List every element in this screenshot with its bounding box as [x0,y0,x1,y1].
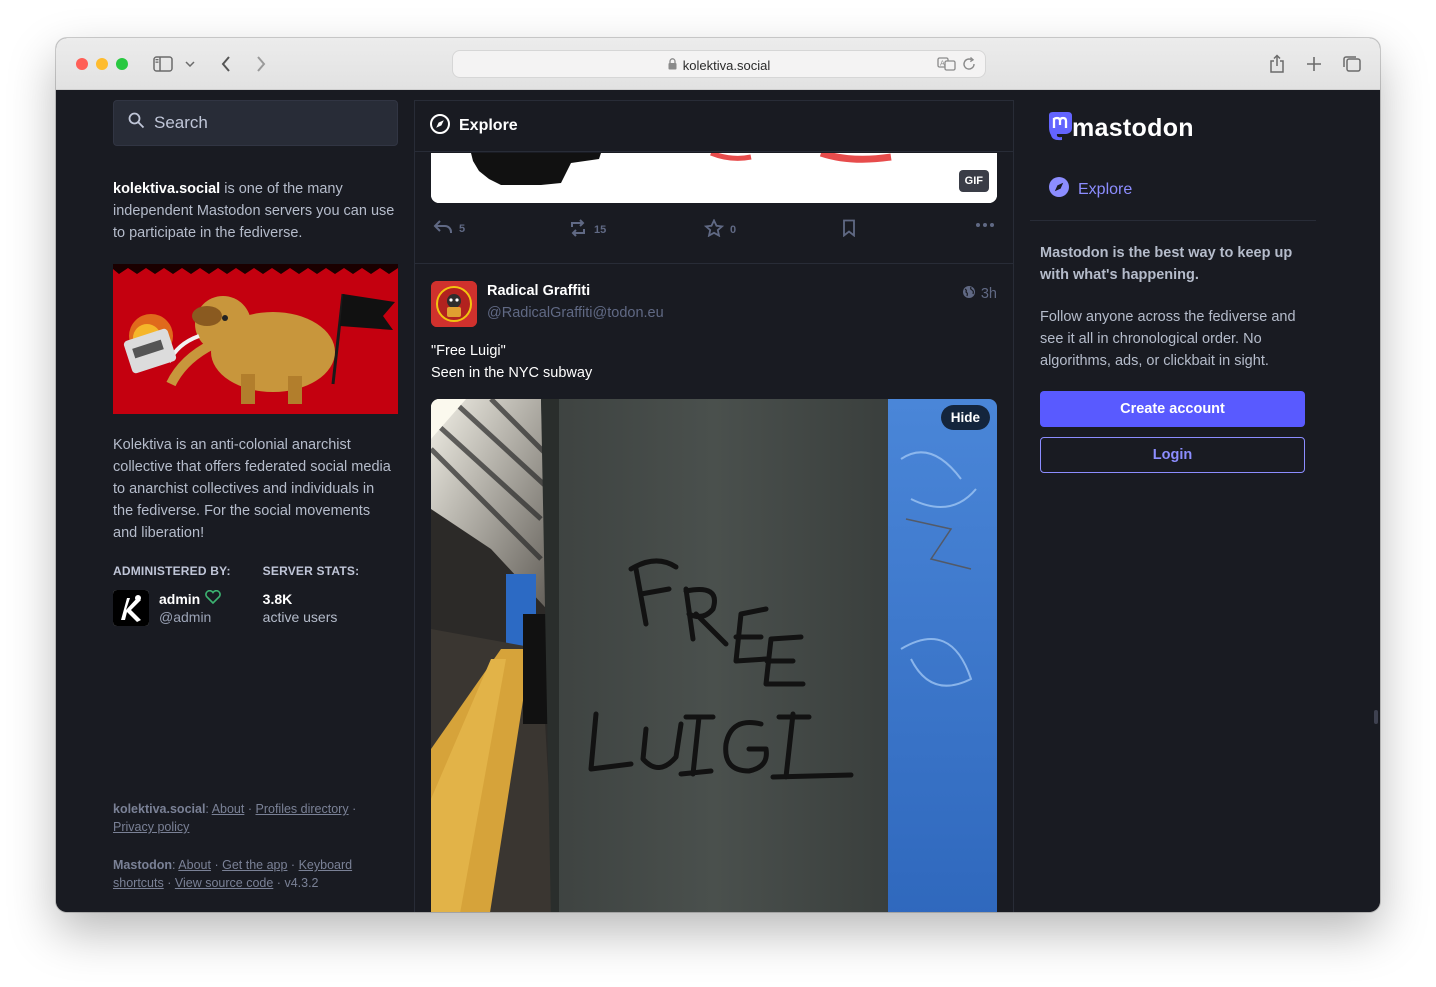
footer-about-link[interactable]: About [212,802,245,816]
bookmark-button[interactable] [841,219,857,240]
boost-button[interactable]: 15 [568,219,606,240]
maximize-window-button[interactable] [116,58,128,70]
admin-handle: @admin [159,609,212,625]
admin-account[interactable]: admin @admin [113,589,231,626]
mastodon-logo[interactable]: mastodon [1044,110,1194,147]
column-header[interactable]: Explore [415,101,1013,152]
nav-explore-label: Explore [1078,180,1133,198]
post-time-text: 3h [980,286,997,302]
previous-post-media[interactable]: GIF [431,153,997,203]
chevron-down-icon[interactable] [182,52,198,76]
address-bar[interactable]: kolektiva.social A [452,50,986,78]
sidebar-toggle-icon[interactable] [152,52,174,76]
active-users-count: 3.8K [262,591,293,607]
footer-server-label: kolektiva.social [113,802,206,816]
server-links: kolektiva.social: About · Profiles direc… [113,802,357,834]
server-stats-heading: SERVER STATS: [262,564,360,578]
active-users-label: active users [262,609,338,625]
footer-source-code-link[interactable]: View source code [175,876,273,890]
footer-mastodon-about-link[interactable]: About [178,858,211,872]
new-tab-icon[interactable] [1302,52,1326,76]
post-timestamp[interactable]: 3h [962,285,997,303]
url-text: kolektiva.social [682,57,771,73]
mastodon-links: Mastodon: About · Get the app · Keyboard… [113,858,353,890]
forward-icon[interactable] [249,52,273,76]
nav-explore-link[interactable]: Explore [1048,176,1132,203]
brand-name: mastodon [1072,114,1194,142]
server-name: kolektiva.social [113,181,221,197]
administered-by-section: ADMINISTERED BY: admin @admin [113,564,231,626]
search-icon [128,112,145,134]
lock-icon [668,57,677,73]
share-icon[interactable] [1265,52,1289,76]
back-icon[interactable] [214,52,238,76]
post-divider [415,263,1013,264]
hide-media-button[interactable]: Hide [940,405,990,430]
admin-name: admin [159,591,201,607]
explore-column: Explore GIF 5 15 0 Radical Graffiti @Rad… [414,100,1014,912]
server-banner-image [113,264,398,414]
server-intro: kolektiva.social is one of the many inde… [113,178,398,244]
tab-overview-icon[interactable] [1340,52,1364,76]
globe-icon [962,285,976,303]
administered-by-heading: ADMINISTERED BY: [113,564,231,578]
reply-icon [433,219,453,238]
footer-mastodon-label: Mastodon [113,858,173,872]
footer-privacy-policy-link[interactable]: Privacy policy [113,820,189,834]
post-text-line-1: "Free Luigi" [431,343,506,359]
star-icon [703,218,725,240]
link-footer: kolektiva.social: About · Profiles direc… [113,800,398,892]
more-options-button[interactable] [975,219,995,231]
search-placeholder: Search [154,113,208,132]
bookmark-icon [841,219,857,240]
boost-icon [568,219,588,240]
login-button[interactable]: Login [1040,437,1305,473]
sidebar-divider [1030,220,1316,221]
post-author-name[interactable]: Radical Graffiti [487,283,590,299]
close-window-button[interactable] [76,58,88,70]
reload-icon[interactable] [961,56,977,77]
post-text-line-2: Seen in the NYC subway [431,365,593,381]
column-title: Explore [459,117,518,134]
favourite-count: 0 [730,223,737,236]
more-icon [975,219,995,231]
page-content: Search kolektiva.social is one of the ma… [56,90,1380,912]
browser-toolbar: kolektiva.social A [56,38,1380,90]
left-column: Search kolektiva.social is one of the ma… [113,100,398,626]
svg-text:A: A [940,60,945,68]
reply-count: 5 [459,222,466,235]
footer-get-app-link[interactable]: Get the app [222,858,287,872]
translate-icon[interactable]: A [937,56,957,77]
post-media-image[interactable]: Hide [431,399,997,912]
heart-icon [205,589,222,608]
post-author-handle[interactable]: @RadicalGraffiti@todon.eu [487,305,664,321]
scrollbar[interactable] [1374,710,1378,724]
minimize-window-button[interactable] [96,58,108,70]
server-description: Kolektiva is an anti-colonial anarchist … [113,437,391,541]
server-stats-row: ADMINISTERED BY: admin @admin SERVER STA… [113,564,398,626]
footer-profiles-directory-link[interactable]: Profiles directory [256,802,349,816]
signup-pitch-heading: Mastodon is the best way to keep up with… [1040,245,1293,283]
admin-avatar[interactable] [113,590,149,626]
favourite-button[interactable]: 0 [703,218,737,240]
signup-pitch-text: Follow anyone across the fediverse and s… [1040,309,1296,369]
reply-button[interactable]: 5 [433,219,465,238]
post-content: "Free Luigi" Seen in the NYC subway [431,340,592,384]
boost-count: 15 [594,223,607,236]
post-author-avatar[interactable] [431,281,477,327]
create-account-button[interactable]: Create account [1040,391,1305,427]
previous-post-actions: 5 15 0 [431,218,997,241]
gif-badge: GIF [958,170,989,192]
explore-compass-icon [1048,176,1070,203]
footer-version: v4.3.2 [284,876,319,890]
compass-icon [429,113,451,140]
server-stats-section: SERVER STATS: 3.8K active users [263,564,360,626]
browser-window: kolektiva.social A Search kolektiva.soci… [56,38,1380,912]
search-input[interactable]: Search [113,100,398,146]
